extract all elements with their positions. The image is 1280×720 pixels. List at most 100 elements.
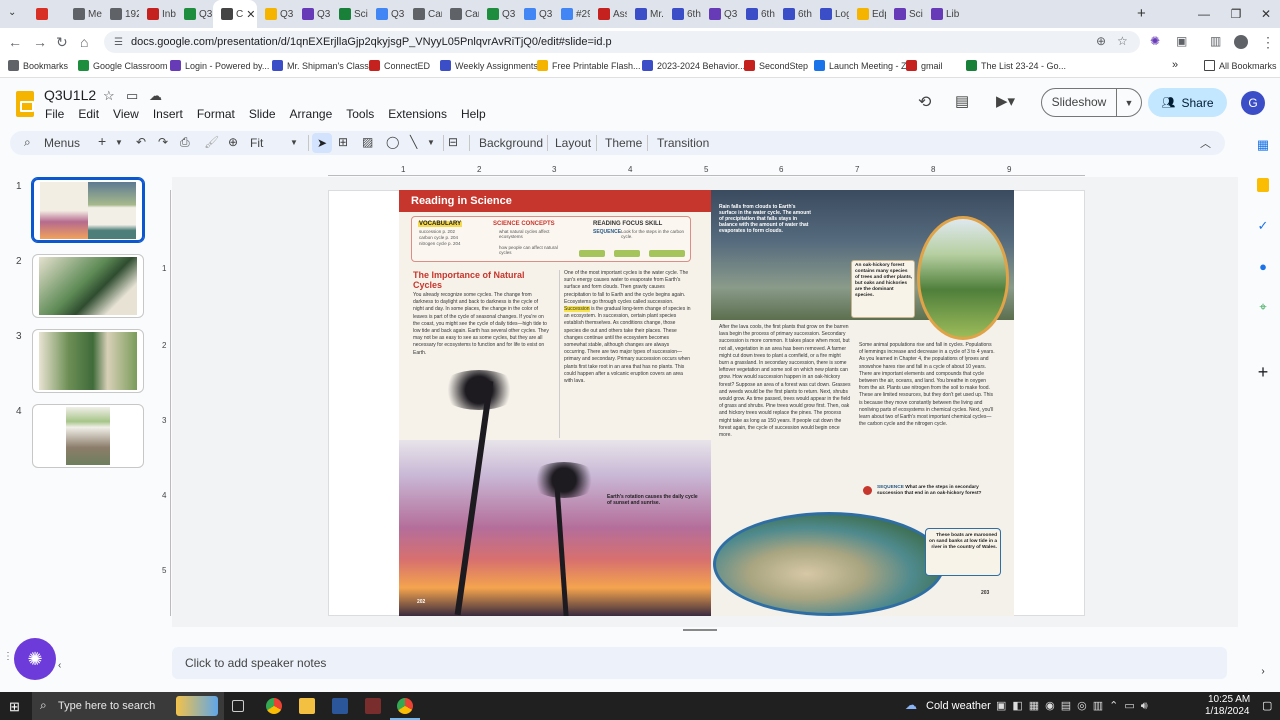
weather-text[interactable]: Cold weather <box>926 700 991 712</box>
floating-extension-button[interactable]: ✺ <box>14 638 56 680</box>
star-icon[interactable]: ☆ <box>103 88 115 104</box>
image-icon[interactable]: ▨ <box>362 135 373 149</box>
browser-tab[interactable]: Car <box>405 0 442 28</box>
comments-icon[interactable]: ▤ <box>955 92 969 110</box>
textbook-page-image[interactable]: Reading in Science VOCABULARY succession… <box>399 190 1014 616</box>
move-folder-icon[interactable]: ▭ <box>126 88 138 104</box>
bookmark-link[interactable]: Google Classroom <box>78 60 168 71</box>
bookmark-link[interactable]: 2023-2024 Behavior... <box>642 60 745 71</box>
calendar-icon[interactable]: ▦ <box>1253 135 1273 155</box>
browser-tab[interactable]: Q3 <box>701 0 738 28</box>
maps-icon[interactable]: ⌖ <box>1253 297 1273 317</box>
menu-edit[interactable]: Edit <box>71 107 106 121</box>
bookmark-link[interactable]: ConnectED <box>369 60 430 71</box>
menu-tools[interactable]: Tools <box>339 107 381 121</box>
close-tab-icon[interactable]: ✕ <box>246 8 255 21</box>
zoom-icon[interactable]: ⊕ <box>228 135 238 149</box>
clock-date[interactable]: 1/18/2024 <box>1205 706 1250 717</box>
contacts-icon[interactable]: ● <box>1253 256 1273 276</box>
slide-thumbnail-1[interactable] <box>31 177 145 243</box>
word-icon[interactable] <box>332 698 348 714</box>
collapse-toolbar-icon[interactable]: ︿ <box>1200 135 1211 151</box>
collapse-filmstrip-icon[interactable]: ‹ <box>58 660 61 671</box>
print-icon[interactable]: ⎙ <box>180 135 190 150</box>
notifications-icon[interactable]: ▢ <box>1262 699 1272 712</box>
browser-menu-icon[interactable]: ⋮ <box>1261 34 1275 51</box>
cloud-status-icon[interactable]: ☁ <box>149 88 162 104</box>
weather-icon[interactable]: ☁ <box>905 698 917 712</box>
new-tab-button[interactable]: + <box>1137 5 1146 22</box>
menu-file[interactable]: File <box>38 107 71 121</box>
profile-avatar[interactable] <box>1234 35 1248 49</box>
bookmark-link[interactable]: gmail <box>906 60 943 71</box>
layout-button[interactable]: Layout <box>555 136 591 150</box>
extensions-puzzle-icon[interactable]: ▣ <box>1176 34 1187 48</box>
bookmarks-overflow-icon[interactable]: » <box>1172 59 1178 71</box>
menu-format[interactable]: Format <box>190 107 242 121</box>
line-icon[interactable]: ╲ <box>410 135 417 149</box>
browser-tab[interactable]: Sci <box>331 0 368 28</box>
undo-icon[interactable]: ↶ <box>136 135 146 149</box>
document-title[interactable]: Q3U1L2 <box>44 87 96 103</box>
shape-icon[interactable]: ◯ <box>386 135 399 149</box>
redo-icon[interactable]: ↷ <box>158 135 168 149</box>
search-menus-button[interactable]: Menus <box>44 136 80 150</box>
slide-thumbnail-4[interactable] <box>32 404 144 468</box>
browser-tab[interactable]: Car <box>442 0 479 28</box>
browser-tab[interactable]: Inb <box>139 0 176 28</box>
zoom-icon[interactable]: ⊕ <box>1096 34 1106 48</box>
slide-thumbnail-2[interactable] <box>32 254 144 318</box>
browser-tab[interactable]: #29 <box>553 0 590 28</box>
search-highlight-icon[interactable] <box>176 696 218 716</box>
bookmark-link[interactable]: Launch Meeting - Z... <box>814 60 914 71</box>
minimize-icon[interactable]: — <box>1188 0 1220 28</box>
site-info-icon[interactable]: ☰ <box>114 37 123 48</box>
browser-tab[interactable]: Sci <box>886 0 923 28</box>
transition-button[interactable]: Transition <box>657 136 709 150</box>
task-view-icon[interactable] <box>232 700 244 712</box>
slideshow-button[interactable]: Slideshow ▼ <box>1041 88 1142 117</box>
all-bookmarks-link[interactable]: All Bookmarks <box>1204 60 1277 71</box>
bookmark-link[interactable]: SecondStep <box>744 60 808 71</box>
browser-tab[interactable]: 6th <box>775 0 812 28</box>
bookmark-link[interactable]: Bookmarks <box>8 60 68 71</box>
zoom-select[interactable]: Fit <box>250 136 263 150</box>
reload-icon[interactable]: ↻ <box>56 34 68 51</box>
bookmark-link[interactable]: Mr. Shipman's Class <box>272 60 369 71</box>
browser-tab[interactable]: Q3 <box>516 0 553 28</box>
get-addons-icon[interactable]: + <box>1253 362 1273 382</box>
browser-tab[interactable]: Me <box>65 0 102 28</box>
menu-extensions[interactable]: Extensions <box>381 107 454 121</box>
browser-tab[interactable]: Libr <box>923 0 960 28</box>
browser-tab[interactable]: Log <box>812 0 849 28</box>
start-windows-icon[interactable]: ⊞ <box>9 699 20 715</box>
bookmark-link[interactable]: Login - Powered by... <box>170 60 269 71</box>
text-box-icon[interactable]: ⊞ <box>338 135 348 149</box>
account-avatar[interactable]: G <box>1241 91 1265 115</box>
slides-logo-icon[interactable] <box>16 91 34 117</box>
chrome-taskbar-icon[interactable] <box>266 698 282 714</box>
menu-arrange[interactable]: Arrange <box>283 107 340 121</box>
clock-time[interactable]: 10:25 AM <box>1208 694 1250 705</box>
tasks-icon[interactable]: ✓ <box>1253 216 1273 236</box>
url-input[interactable]: ☰ docs.google.com/presentation/d/1qnEXEr… <box>104 31 1140 53</box>
browser-tab[interactable]: 192 <box>102 0 139 28</box>
home-icon[interactable]: ⌂ <box>80 34 88 50</box>
menu-slide[interactable]: Slide <box>242 107 283 121</box>
close-window-icon[interactable]: ✕ <box>1250 0 1280 28</box>
browser-tab[interactable] <box>28 0 65 28</box>
theme-button[interactable]: Theme <box>605 136 642 150</box>
bookmark-link[interactable]: Free Printable Flash... <box>537 60 641 71</box>
slideshow-dropdown-icon[interactable]: ▼ <box>1117 98 1141 108</box>
zoom-dropdown-icon[interactable]: ▼ <box>290 138 298 147</box>
keep-icon[interactable] <box>1253 175 1273 195</box>
menu-insert[interactable]: Insert <box>146 107 190 121</box>
notes-resize-handle[interactable] <box>683 629 717 631</box>
speaker-notes[interactable]: Click to add speaker notes <box>172 647 1227 679</box>
select-tool-icon[interactable]: ➤ <box>312 133 332 153</box>
comment-add-icon[interactable]: ⊟ <box>448 135 458 149</box>
menu-view[interactable]: View <box>106 107 146 121</box>
back-icon[interactable]: ← <box>8 34 22 50</box>
expand-panel-icon[interactable]: › <box>1253 661 1273 681</box>
forward-icon[interactable]: → <box>33 34 47 50</box>
